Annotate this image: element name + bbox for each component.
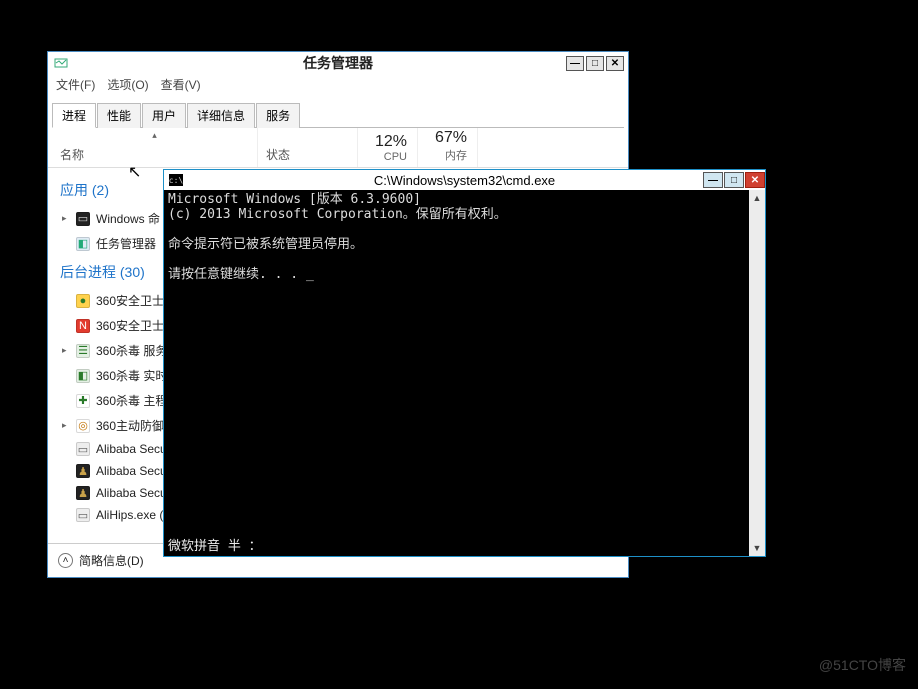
chevron-up-icon: ˄: [58, 553, 73, 568]
scroll-up-icon[interactable]: ▲: [749, 190, 765, 206]
expand-icon[interactable]: ▸: [62, 213, 70, 224]
menu-options[interactable]: 选项(O): [107, 76, 148, 93]
cmd-scrollbar[interactable]: ▲ ▼: [749, 190, 765, 556]
process-icon: ▭: [76, 442, 90, 456]
close-button[interactable]: ✕: [745, 172, 765, 188]
cpu-label: CPU: [366, 151, 407, 163]
expand-icon[interactable]: ▸: [62, 345, 70, 356]
maximize-button[interactable]: □: [724, 172, 744, 188]
process-name: 360安全卫士: [96, 292, 164, 309]
process-icon: ☰: [76, 344, 90, 358]
process-icon: ◎: [76, 419, 90, 433]
cmd-titlebar[interactable]: c:\ C:\Windows\system32\cmd.exe — □ ✕: [164, 170, 765, 190]
cmd-output[interactable]: Microsoft Windows [版本 6.3.9600] (c) 2013…: [164, 190, 749, 556]
column-status[interactable]: 状态: [258, 128, 358, 167]
process-name: Alibaba Secu: [96, 442, 167, 456]
process-name: 360杀毒 服务: [96, 342, 167, 359]
memory-label: 内存: [426, 147, 467, 163]
process-icon: N: [76, 319, 90, 333]
mouse-cursor-icon: ↖: [128, 162, 141, 182]
cmd-window-controls: — □ ✕: [702, 172, 765, 188]
process-icon: ●: [76, 294, 90, 308]
minimize-button[interactable]: —: [703, 172, 723, 188]
sort-indicator-icon: ▴: [60, 130, 249, 141]
fewer-details-toggle[interactable]: ˄ 简略信息(D): [58, 552, 144, 569]
process-name: Windows 命: [96, 210, 160, 227]
process-name: 360杀毒 主程: [96, 392, 167, 409]
column-name-label: 名称: [60, 146, 249, 163]
cmd-body: Microsoft Windows [版本 6.3.9600] (c) 2013…: [164, 190, 765, 556]
expand-icon[interactable]: ▸: [62, 420, 70, 431]
cmd-window: c:\ C:\Windows\system32\cmd.exe — □ ✕ Mi…: [163, 169, 766, 557]
process-name: 360主动防御: [96, 417, 164, 434]
cmd-title: C:\Windows\system32\cmd.exe: [164, 173, 765, 188]
process-name: Alibaba Secu: [96, 464, 167, 478]
task-manager-menubar: 文件(F) 选项(O) 查看(V): [48, 74, 628, 96]
process-icon: ◧: [76, 369, 90, 383]
process-icon: ♟: [76, 486, 90, 500]
memory-value: 67%: [426, 129, 467, 147]
column-cpu[interactable]: 12% CPU: [358, 128, 418, 167]
process-icon: ✚: [76, 394, 90, 408]
fewer-details-label: 简略信息(D): [79, 552, 144, 569]
task-manager-tabs: 进程 性能 用户 详细信息 服务: [52, 102, 624, 128]
tab-processes[interactable]: 进程: [52, 103, 96, 128]
task-manager-title: 任务管理器: [48, 53, 628, 73]
menu-file[interactable]: 文件(F): [56, 76, 95, 93]
process-name: 360安全卫士: [96, 317, 164, 334]
tab-services[interactable]: 服务: [256, 103, 300, 128]
process-name: 360杀毒 实时: [96, 367, 167, 384]
task-manager-titlebar[interactable]: 任务管理器 — □ ✕: [48, 52, 628, 74]
process-name: AliHips.exe (: [96, 508, 163, 522]
process-icon: ♟: [76, 464, 90, 478]
process-icon: ▭: [76, 508, 90, 522]
tab-users[interactable]: 用户: [142, 103, 186, 128]
cmd-ime-status: 微软拼音 半 ：: [168, 535, 262, 554]
tab-details[interactable]: 详细信息: [187, 103, 255, 128]
column-status-label: 状态: [266, 146, 290, 163]
column-name[interactable]: ▴ 名称: [48, 128, 258, 167]
cpu-value: 12%: [366, 133, 407, 151]
process-icon: ▭: [76, 212, 90, 226]
column-memory[interactable]: 67% 内存: [418, 128, 478, 167]
process-name: 任务管理器: [96, 235, 156, 252]
process-name: Alibaba Secu: [96, 486, 167, 500]
menu-view[interactable]: 查看(V): [161, 76, 201, 93]
scroll-down-icon[interactable]: ▼: [749, 540, 765, 556]
watermark: @51CTO博客: [819, 655, 906, 675]
tab-performance[interactable]: 性能: [97, 103, 141, 128]
process-icon: ◧: [76, 237, 90, 251]
